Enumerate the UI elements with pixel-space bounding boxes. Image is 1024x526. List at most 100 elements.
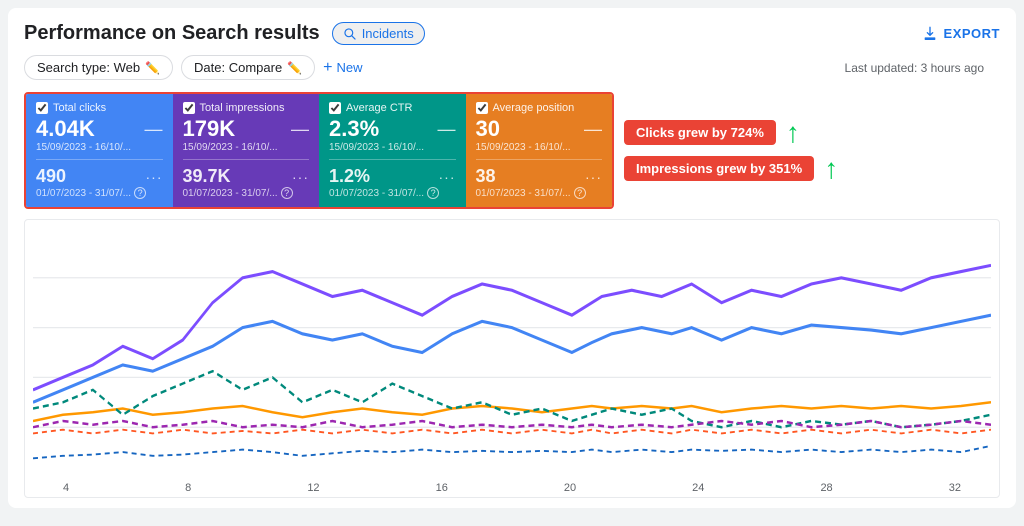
impressions-compare-value: 39.7K [183, 166, 231, 187]
metrics-grid: Total clicks 4.04K — 15/09/2023 - 16/10/… [24, 92, 614, 209]
search-icon [343, 27, 357, 41]
metric-label-impressions: Total impressions [183, 102, 310, 114]
x-label-6: 24 [692, 482, 704, 494]
x-label-7: 28 [820, 482, 832, 494]
impressions-dash[interactable]: — [291, 119, 309, 140]
clicks-dots[interactable]: ··· [146, 169, 163, 185]
ctr-value: 2.3% [329, 116, 379, 142]
metric-value-row-ctr: 2.3% — [329, 116, 456, 142]
position-compare-value: 38 [476, 166, 496, 187]
metric-bottom-impressions: 39.7K ··· 01/07/2023 - 31/07/... ? [183, 166, 310, 199]
position-value: 30 [476, 116, 500, 142]
header-row: Performance on Search results Incidents … [24, 22, 1000, 45]
metrics-annotations-row: Total clicks 4.04K — 15/09/2023 - 16/10/… [24, 92, 1000, 209]
impressions-annotation-item: Impressions grew by 351% ↑ [624, 155, 1000, 183]
metric-card-impressions: Total impressions 179K — 15/09/2023 - 16… [173, 94, 320, 207]
info-icon[interactable]: ? [988, 62, 1000, 74]
x-label-5: 20 [564, 482, 576, 494]
x-label-1: 4 [63, 482, 69, 494]
position-checkbox[interactable] [476, 102, 488, 114]
clicks-arrow-up: ↑ [786, 119, 800, 147]
line-chart [33, 228, 991, 477]
metric-value-row-position: 30 — [476, 116, 603, 142]
ctr-info-icon[interactable]: ? [427, 187, 439, 199]
last-updated: Last updated: 3 hours ago ? [845, 61, 1000, 75]
position-label: Average position [493, 102, 575, 114]
export-icon [922, 26, 938, 42]
metric-top-clicks: Total clicks 4.04K — 15/09/2023 - 16/10/… [36, 102, 163, 160]
clicks-annotation-badge: Clicks grew by 724% [624, 120, 776, 145]
export-button[interactable]: EXPORT [922, 26, 1000, 42]
new-button[interactable]: + New [323, 59, 362, 77]
new-label: New [337, 60, 363, 75]
ctr-dash[interactable]: — [438, 119, 456, 140]
metric-card-clicks: Total clicks 4.04K — 15/09/2023 - 16/10/… [26, 94, 173, 207]
clicks-dash[interactable]: — [145, 119, 163, 140]
position-dash[interactable]: — [584, 119, 602, 140]
compare-row-clicks: 490 ··· [36, 166, 163, 187]
x-label-3: 12 [307, 482, 319, 494]
ctr-compare-date: 01/07/2023 - 31/07/... ? [329, 187, 456, 199]
x-label-4: 16 [436, 482, 448, 494]
compare-row-impressions: 39.7K ··· [183, 166, 310, 187]
position-compare-date: 01/07/2023 - 31/07/... ? [476, 187, 603, 199]
incidents-button[interactable]: Incidents [332, 22, 425, 45]
impressions-checkbox[interactable] [183, 102, 195, 114]
last-updated-text: Last updated: 3 hours ago [845, 61, 984, 75]
compare-row-position: 38 ··· [476, 166, 603, 187]
ctr-dots[interactable]: ··· [439, 169, 456, 185]
search-type-filter[interactable]: Search type: Web ✏️ [24, 55, 173, 80]
date-filter[interactable]: Date: Compare ✏️ [181, 55, 315, 80]
metric-card-position: Average position 30 — 15/09/2023 - 16/10… [466, 94, 613, 207]
metric-value-row-clicks: 4.04K — [36, 116, 163, 142]
page-title: Performance on Search results [24, 22, 320, 45]
filter-row: Search type: Web ✏️ Date: Compare ✏️ + N… [24, 55, 1000, 80]
position-info-icon[interactable]: ? [574, 187, 586, 199]
clicks-label: Total clicks [53, 102, 106, 114]
ctr-compare-value: 1.2% [329, 166, 370, 187]
ctr-checkbox[interactable] [329, 102, 341, 114]
compare-row-ctr: 1.2% ··· [329, 166, 456, 187]
metric-top-position: Average position 30 — 15/09/2023 - 16/10… [476, 102, 603, 160]
impressions-compare-date: 01/07/2023 - 31/07/... ? [183, 187, 310, 199]
clicks-info-icon[interactable]: ? [134, 187, 146, 199]
clicks-date: 15/09/2023 - 16/10/... [36, 142, 163, 153]
x-axis-labels: 4 8 12 16 20 24 28 32 [33, 482, 991, 494]
clicks-checkbox[interactable] [36, 102, 48, 114]
metric-label-position: Average position [476, 102, 603, 114]
search-type-label: Search type: Web [37, 60, 140, 75]
impressions-date: 15/09/2023 - 16/10/... [183, 142, 310, 153]
metric-card-ctr: Average CTR 2.3% — 15/09/2023 - 16/10/..… [319, 94, 466, 207]
position-dots[interactable]: ··· [585, 169, 602, 185]
plus-icon: + [323, 59, 332, 77]
export-label: EXPORT [944, 26, 1000, 41]
impressions-value: 179K [183, 116, 236, 142]
x-label-8: 32 [949, 482, 961, 494]
impressions-dots[interactable]: ··· [292, 169, 309, 185]
position-date: 15/09/2023 - 16/10/... [476, 142, 603, 153]
metric-bottom-position: 38 ··· 01/07/2023 - 31/07/... ? [476, 166, 603, 199]
impressions-label: Total impressions [200, 102, 285, 114]
edit-icon: ✏️ [145, 61, 160, 75]
ctr-label: Average CTR [346, 102, 412, 114]
clicks-annotation-item: Clicks grew by 724% ↑ [624, 119, 1000, 147]
annotations-panel: Clicks grew by 724% ↑ Impressions grew b… [624, 92, 1000, 209]
metric-top-impressions: Total impressions 179K — 15/09/2023 - 16… [183, 102, 310, 160]
chart-area: 4 8 12 16 20 24 28 32 [24, 219, 1000, 498]
impressions-info-icon[interactable]: ? [281, 187, 293, 199]
x-label-2: 8 [185, 482, 191, 494]
impressions-annotation-badge: Impressions grew by 351% [624, 156, 814, 181]
metric-bottom-clicks: 490 ··· 01/07/2023 - 31/07/... ? [36, 166, 163, 199]
metric-bottom-ctr: 1.2% ··· 01/07/2023 - 31/07/... ? [329, 166, 456, 199]
ctr-date: 15/09/2023 - 16/10/... [329, 142, 456, 153]
metric-label-ctr: Average CTR [329, 102, 456, 114]
metric-value-row-impressions: 179K — [183, 116, 310, 142]
date-edit-icon: ✏️ [287, 61, 302, 75]
clicks-value: 4.04K [36, 116, 95, 142]
metric-label-clicks: Total clicks [36, 102, 163, 114]
impressions-arrow-up: ↑ [824, 155, 838, 183]
date-label: Date: Compare [194, 60, 282, 75]
metric-top-ctr: Average CTR 2.3% — 15/09/2023 - 16/10/..… [329, 102, 456, 160]
main-container: Performance on Search results Incidents … [8, 8, 1016, 508]
clicks-compare-value: 490 [36, 166, 66, 187]
